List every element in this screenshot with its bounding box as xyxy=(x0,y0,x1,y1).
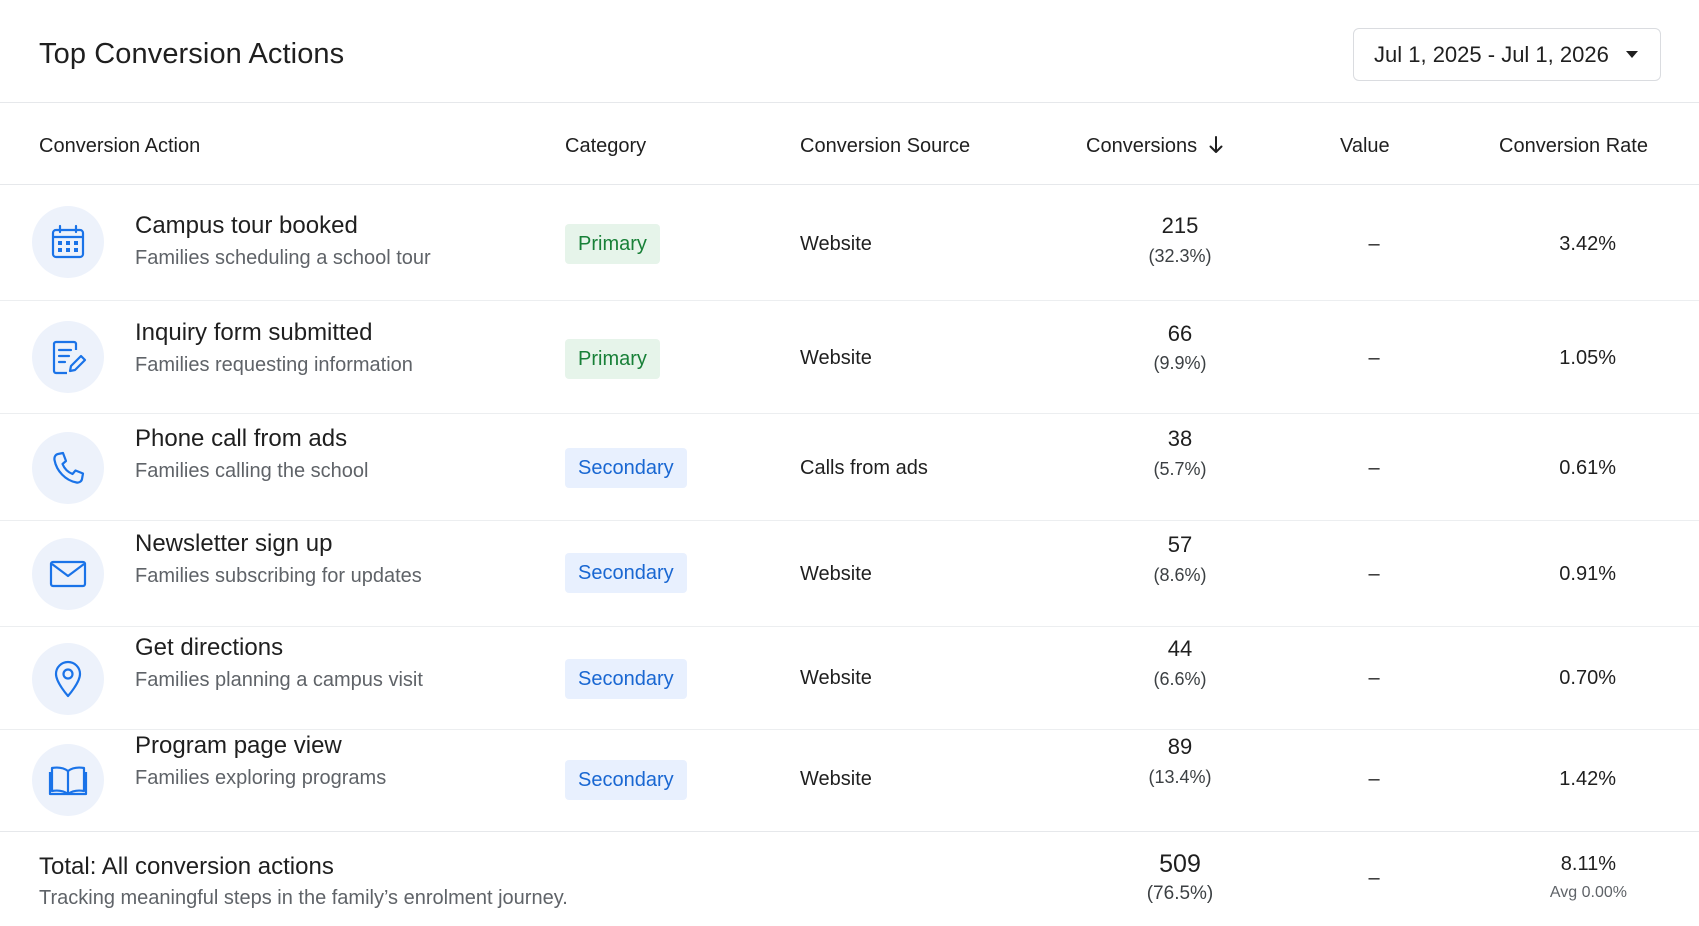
category-badge: Primary xyxy=(565,224,660,264)
conversions-percent: (9.9%) xyxy=(1153,353,1207,373)
page-title: Top Conversion Actions xyxy=(39,38,345,70)
conversion-source: Calls from ads xyxy=(800,457,928,479)
category-badge: Primary xyxy=(565,339,660,379)
table-row[interactable]: Get directions Families planning a campu… xyxy=(0,627,1699,730)
conversion-rate: 3.42% xyxy=(1559,233,1616,255)
total-conversion-rate: 8.11% xyxy=(1560,853,1616,875)
conversion-value: – xyxy=(1368,563,1380,585)
category-badge: Secondary xyxy=(565,659,687,699)
column-header-conversion-action[interactable]: Conversion Action xyxy=(39,134,200,158)
date-range-label: Jul 1, 2025 - Jul 1, 2026 xyxy=(1374,41,1609,67)
conversions-count: 66 xyxy=(1167,321,1193,346)
table-row[interactable]: Campus tour booked Families scheduling a… xyxy=(0,185,1699,301)
total-row: Total: All conversion actions Tracking m… xyxy=(0,832,1699,926)
card-header: Top Conversion Actions Jul 1, 2025 - Jul… xyxy=(0,0,1699,103)
total-conversions-percent: (76.5%) xyxy=(1146,883,1214,904)
action-name[interactable]: Phone call from ads xyxy=(135,424,347,454)
conversions-percent: (13.4%) xyxy=(1148,767,1212,787)
conversion-value: – xyxy=(1368,457,1380,479)
column-header-conversions[interactable]: Conversions xyxy=(1086,134,1223,158)
action-description: Families planning a campus visit xyxy=(135,669,423,691)
column-header-conversion-rate[interactable]: Conversion Rate xyxy=(1499,134,1648,158)
conversions-count: 44 xyxy=(1167,636,1193,661)
action-description: Families scheduling a school tour xyxy=(135,247,431,269)
date-range-dropdown[interactable]: Jul 1, 2025 - Jul 1, 2026 xyxy=(1353,28,1661,81)
total-conversions-count: 509 xyxy=(1159,850,1201,878)
conversion-value: – xyxy=(1368,347,1380,369)
action-description: Families exploring programs xyxy=(135,767,387,789)
total-subtitle: Tracking meaningful steps in the family’… xyxy=(39,887,568,909)
column-header-conversion-source[interactable]: Conversion Source xyxy=(800,134,970,158)
conversions-percent: (32.3%) xyxy=(1148,246,1212,266)
action-name[interactable]: Campus tour booked xyxy=(135,211,358,241)
action-description: Families calling the school xyxy=(135,460,369,482)
column-header-value[interactable]: Value xyxy=(1340,134,1390,158)
table-header: Conversion Action Category Conversion So… xyxy=(0,103,1699,185)
category-badge: Secondary xyxy=(565,553,687,593)
conversion-rate: 0.91% xyxy=(1559,563,1616,585)
conversion-rate: 0.70% xyxy=(1559,667,1616,689)
conversions-count: 38 xyxy=(1167,426,1193,451)
action-description: Families requesting information xyxy=(135,354,413,376)
action-name[interactable]: Newsletter sign up xyxy=(135,529,332,559)
conversion-source: Website xyxy=(800,667,872,689)
form-edit-icon xyxy=(32,321,104,393)
conversion-source: Website xyxy=(800,347,872,369)
conversions-count: 57 xyxy=(1167,532,1193,557)
total-value: – xyxy=(1368,867,1380,889)
conversions-percent: (6.6%) xyxy=(1153,669,1207,689)
conversion-value: – xyxy=(1368,233,1380,255)
column-header-category[interactable]: Category xyxy=(565,134,646,158)
conversion-rate: 0.61% xyxy=(1559,457,1616,479)
conversion-value: – xyxy=(1368,768,1380,790)
conversion-source: Website xyxy=(800,768,872,790)
book-icon xyxy=(32,744,104,816)
calendar-icon xyxy=(32,206,104,278)
sort-descending-arrow-icon[interactable] xyxy=(1209,136,1223,154)
conversion-value: – xyxy=(1368,667,1380,689)
conversions-count: 89 xyxy=(1167,734,1193,759)
column-header-conversions-label: Conversions xyxy=(1086,135,1198,157)
table-row[interactable]: Inquiry form submitted Families requesti… xyxy=(0,301,1699,414)
action-name[interactable]: Inquiry form submitted xyxy=(135,318,372,348)
location-pin-icon xyxy=(32,643,104,715)
table-row[interactable]: Phone call from ads Families calling the… xyxy=(0,414,1699,521)
action-name[interactable]: Get directions xyxy=(135,633,283,663)
action-description: Families subscribing for updates xyxy=(135,565,422,587)
dropdown-caret-icon xyxy=(1626,51,1638,58)
action-name[interactable]: Program page view xyxy=(135,731,342,761)
conversions-percent: (5.7%) xyxy=(1153,459,1207,479)
conversion-source: Website xyxy=(800,233,872,255)
phone-icon xyxy=(32,432,104,504)
table-row[interactable]: Program page view Families exploring pro… xyxy=(0,730,1699,832)
table-row[interactable]: Newsletter sign up Families subscribing … xyxy=(0,521,1699,627)
conversions-count: 215 xyxy=(1161,213,1199,238)
total-average-rate: Avg 0.00% xyxy=(1549,884,1627,901)
total-title: Total: All conversion actions xyxy=(39,853,334,880)
conversion-source: Website xyxy=(800,563,872,585)
conversion-rate: 1.05% xyxy=(1559,347,1616,369)
mail-icon xyxy=(32,538,104,610)
category-badge: Secondary xyxy=(565,760,687,800)
conversion-rate: 1.42% xyxy=(1559,768,1616,790)
conversion-actions-card: Top Conversion Actions Jul 1, 2025 - Jul… xyxy=(0,0,1699,926)
category-badge: Secondary xyxy=(565,448,687,488)
conversions-percent: (8.6%) xyxy=(1153,565,1207,585)
